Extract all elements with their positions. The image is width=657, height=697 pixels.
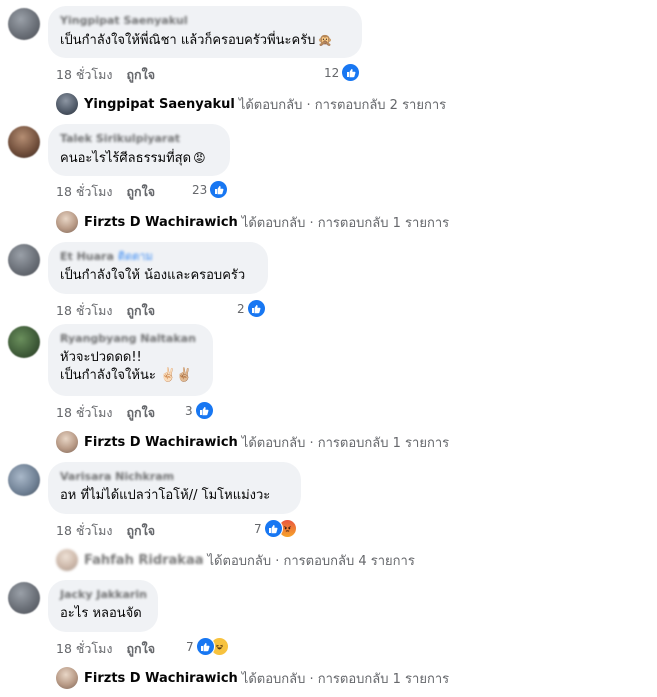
view-replies-link[interactable]: Yingpipat Saenyakul ได้ตอบกลับ · การตอบก… — [56, 93, 446, 115]
reaction-summary[interactable]: 7 — [186, 637, 229, 656]
reply-summary: ได้ตอบกลับ · การตอบกลับ 4 รายการ — [207, 553, 415, 569]
reply-author: Firzts D Wachirawich — [84, 214, 238, 230]
comment-author[interactable]: Ryangbyang Naltakan — [60, 332, 201, 346]
comment-bubble: Varisara Nichkram อห ที่ไม่ได้แปลว่าโอโห… — [48, 462, 301, 514]
like-button[interactable]: ถูกใจ — [126, 641, 155, 656]
comment-actions: 18 ชั่วโมง ถูกใจ — [56, 639, 169, 659]
reply-summary: ได้ตอบกลับ · การตอบกลับ 1 รายการ — [241, 215, 450, 231]
reaction-summary[interactable]: 2 — [237, 299, 266, 318]
like-button[interactable]: ถูกใจ — [126, 405, 155, 420]
like-icon — [246, 299, 266, 318]
avatar[interactable] — [8, 464, 40, 496]
reaction-summary[interactable]: 3 — [185, 401, 214, 420]
reaction-count: 23 — [192, 182, 208, 197]
comment-text: เป็นกำลังใจให้ น้องและครอบครัว — [60, 268, 246, 283]
reaction-count: 2 — [237, 301, 245, 316]
reaction-summary[interactable]: 7 — [254, 519, 297, 538]
comment-time[interactable]: 18 ชั่วโมง — [56, 523, 112, 538]
like-button[interactable]: ถูกใจ — [126, 303, 155, 318]
avatar[interactable] — [8, 8, 40, 40]
comment-author[interactable]: Talek Sirikulpiyarat — [60, 132, 218, 146]
view-replies-link[interactable]: Firzts D Wachirawich ได้ตอบกลับ · การตอบ… — [56, 667, 449, 689]
reply-avatar — [56, 93, 78, 115]
view-replies-link[interactable]: Fahfah Ridrakaa ได้ตอบกลับ · การตอบกลับ … — [56, 549, 415, 571]
comment-text: คนอะไรไร้ศีลธรรมที่สุด 😡 — [60, 149, 218, 168]
comment-actions: 18 ชั่วโมง ถูกใจ — [56, 182, 169, 202]
avatar[interactable] — [8, 582, 40, 614]
comment-actions: 18 ชั่วโมง ถูกใจ — [56, 301, 169, 321]
reply-avatar — [56, 211, 78, 233]
avatar[interactable] — [8, 244, 40, 276]
comment-author-name[interactable]: Et Huara — [60, 250, 114, 263]
reaction-count: 12 — [324, 65, 340, 80]
comment-time[interactable]: 18 ชั่วโมง — [56, 184, 112, 199]
comment-text-body: เป็นกำลังใจให้พี่ณิชา แล้วก็ครอบครัวพี่น… — [60, 33, 316, 48]
reply-author: Fahfah Ridrakaa — [84, 552, 204, 568]
comment-bubble: Ryangbyang Naltakan หัวจะปวดดด!! เป็นกำล… — [48, 324, 213, 396]
like-button[interactable]: ถูกใจ — [126, 184, 155, 199]
angry-face-emoji-icon: 😡 — [193, 151, 206, 165]
comment-time[interactable]: 18 ชั่วโมง — [56, 303, 112, 318]
reply-summary: ได้ตอบกลับ · การตอบกลับ 2 รายการ — [238, 97, 447, 113]
avatar[interactable] — [8, 126, 40, 158]
comment-time[interactable]: 18 ชั่วโมง — [56, 641, 112, 656]
comment-text: อะไร หลอนจัด — [60, 606, 142, 621]
avatar[interactable] — [8, 326, 40, 358]
comment-text-body: คนอะไรไร้ศีลธรรมที่สุด — [60, 151, 192, 166]
comment-author[interactable]: Varisara Nichkram — [60, 470, 289, 484]
view-replies-link[interactable]: Firzts D Wachirawich ได้ตอบกลับ · การตอบ… — [56, 211, 449, 233]
like-icon — [263, 519, 283, 538]
like-button[interactable]: ถูกใจ — [126, 67, 155, 82]
like-icon — [341, 63, 361, 82]
view-replies-link[interactable]: Firzts D Wachirawich ได้ตอบกลับ · การตอบ… — [56, 431, 449, 453]
comment-bubble: Jacky Jakkarin อะไร หลอนจัด — [48, 580, 158, 632]
reaction-count: 7 — [186, 639, 194, 654]
reply-summary: ได้ตอบกลับ · การตอบกลับ 1 รายการ — [241, 671, 450, 687]
comment-text: อห ที่ไม่ได้แปลว่าโอโห้// โมโหแม่งวะ — [60, 488, 271, 503]
reaction-summary[interactable]: 12 — [324, 63, 361, 82]
comment-author: Et Huara ติดตาม — [60, 250, 256, 264]
reply-author: Firzts D Wachirawich — [84, 434, 238, 450]
like-icon — [194, 401, 214, 420]
comment-bubble: Et Huara ติดตาม เป็นกำลังใจให้ น้องและครอ… — [48, 242, 268, 294]
comment-actions: 18 ชั่วโมง ถูกใจ — [56, 65, 169, 85]
reply-avatar — [56, 431, 78, 453]
like-button[interactable]: ถูกใจ — [126, 523, 155, 538]
reply-author: Yingpipat Saenyakul — [84, 96, 235, 112]
reaction-count: 7 — [254, 521, 262, 536]
reaction-count: 3 — [185, 403, 193, 418]
comment-author[interactable]: Jacky Jakkarin — [60, 588, 147, 602]
comment-actions: 18 ชั่วโมง ถูกใจ — [56, 521, 169, 541]
reply-avatar — [56, 549, 78, 571]
reply-summary: ได้ตอบกลับ · การตอบกลับ 1 รายการ — [241, 435, 450, 451]
monkey-emoji-icon: 🙊 — [317, 33, 333, 47]
comment-author[interactable]: Yingpipat Saenyakul — [60, 14, 350, 28]
comment-text: เป็นกำลังใจให้พี่ณิชา แล้วก็ครอบครัวพี่น… — [60, 31, 350, 50]
reply-author: Firzts D Wachirawich — [84, 670, 238, 686]
comment-bubble: Yingpipat Saenyakul เป็นกำลังใจให้พี่ณิช… — [48, 6, 362, 58]
reaction-summary[interactable]: 23 — [192, 180, 229, 199]
like-icon — [195, 637, 215, 656]
comment-bubble: Talek Sirikulpiyarat คนอะไรไร้ศีลธรรมที่… — [48, 124, 230, 176]
comment-text-line2: เป็นกำลังใจให้นะ ✌🏻✌🏼 — [60, 368, 193, 383]
comment-time[interactable]: 18 ชั่วโมง — [56, 67, 112, 82]
follow-link[interactable]: ติดตาม — [118, 250, 153, 263]
comment-text-line1: หัวจะปวดดด!! — [60, 350, 142, 365]
like-icon — [209, 180, 229, 199]
comment-actions: 18 ชั่วโมง ถูกใจ — [56, 403, 169, 423]
reply-avatar — [56, 667, 78, 689]
comment-time[interactable]: 18 ชั่วโมง — [56, 405, 112, 420]
